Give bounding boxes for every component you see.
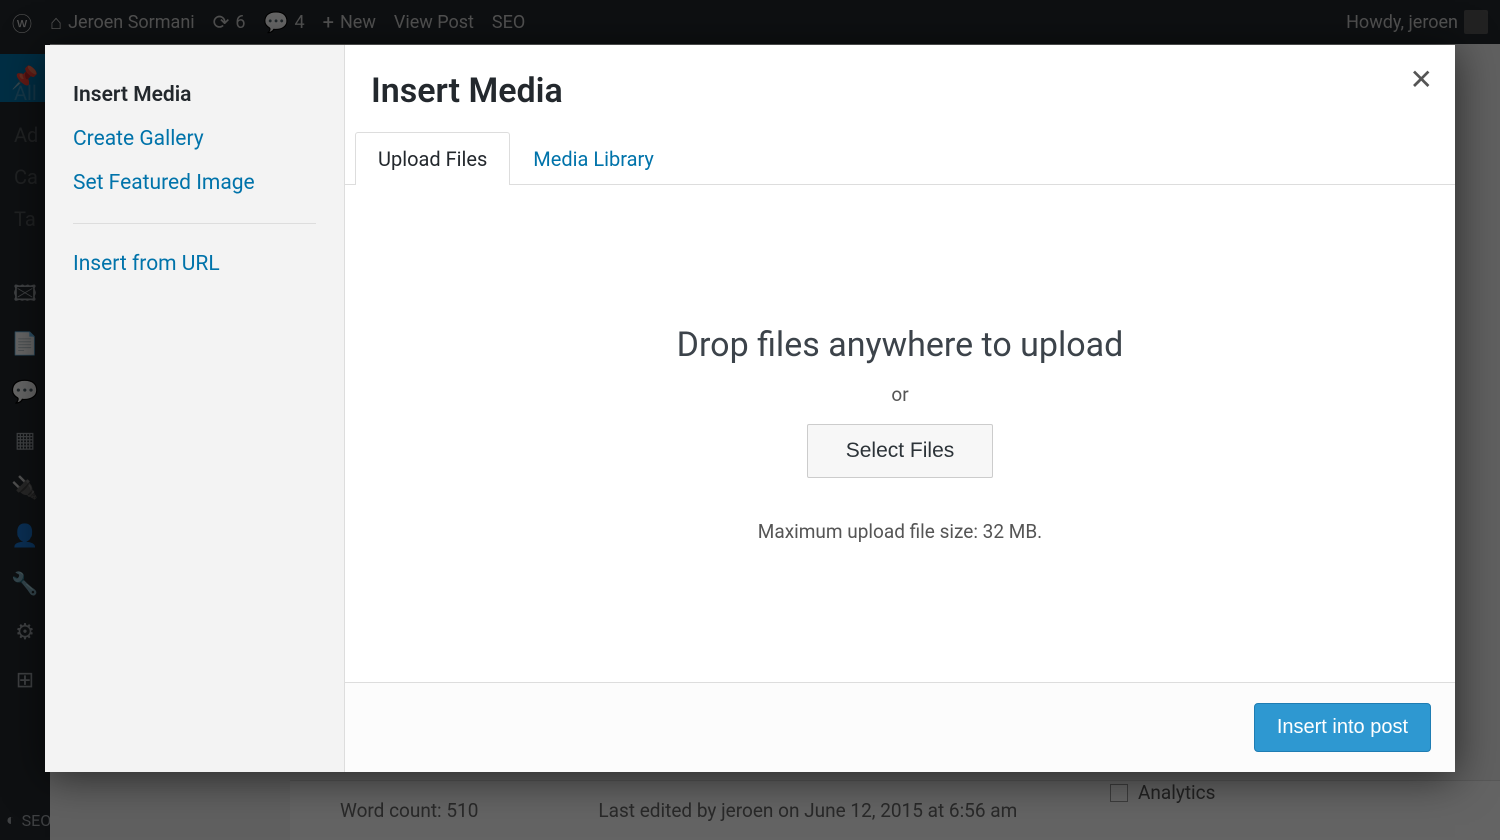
sidebar-divider [73, 223, 316, 224]
sidebar-create-gallery[interactable]: Create Gallery [73, 117, 316, 161]
modal-sidebar: Insert Media Create Gallery Set Featured… [45, 45, 345, 772]
upload-max-note: Maximum upload file size: 32 MB. [758, 520, 1042, 543]
upload-or: or [891, 383, 908, 406]
tabs: Upload Files Media Library [345, 131, 1455, 185]
upload-area[interactable]: Drop files anywhere to upload or Select … [345, 185, 1455, 682]
tab-media-library[interactable]: Media Library [510, 132, 677, 185]
insert-into-post-button[interactable]: Insert into post [1254, 703, 1431, 752]
sidebar-insert-media[interactable]: Insert Media [73, 73, 316, 117]
close-icon[interactable]: ✕ [1410, 63, 1433, 96]
modal-main: Insert Media Upload Files Media Library … [345, 45, 1455, 772]
tab-upload-files[interactable]: Upload Files [355, 132, 510, 185]
upload-headline: Drop files anywhere to upload [677, 325, 1124, 365]
sidebar-set-featured[interactable]: Set Featured Image [73, 161, 316, 205]
select-files-button[interactable]: Select Files [807, 424, 994, 478]
modal-title: Insert Media [345, 45, 1455, 131]
modal-footer: Insert into post [345, 682, 1455, 772]
media-modal: ✕ Insert Media Create Gallery Set Featur… [45, 45, 1455, 772]
sidebar-insert-url[interactable]: Insert from URL [73, 242, 316, 286]
